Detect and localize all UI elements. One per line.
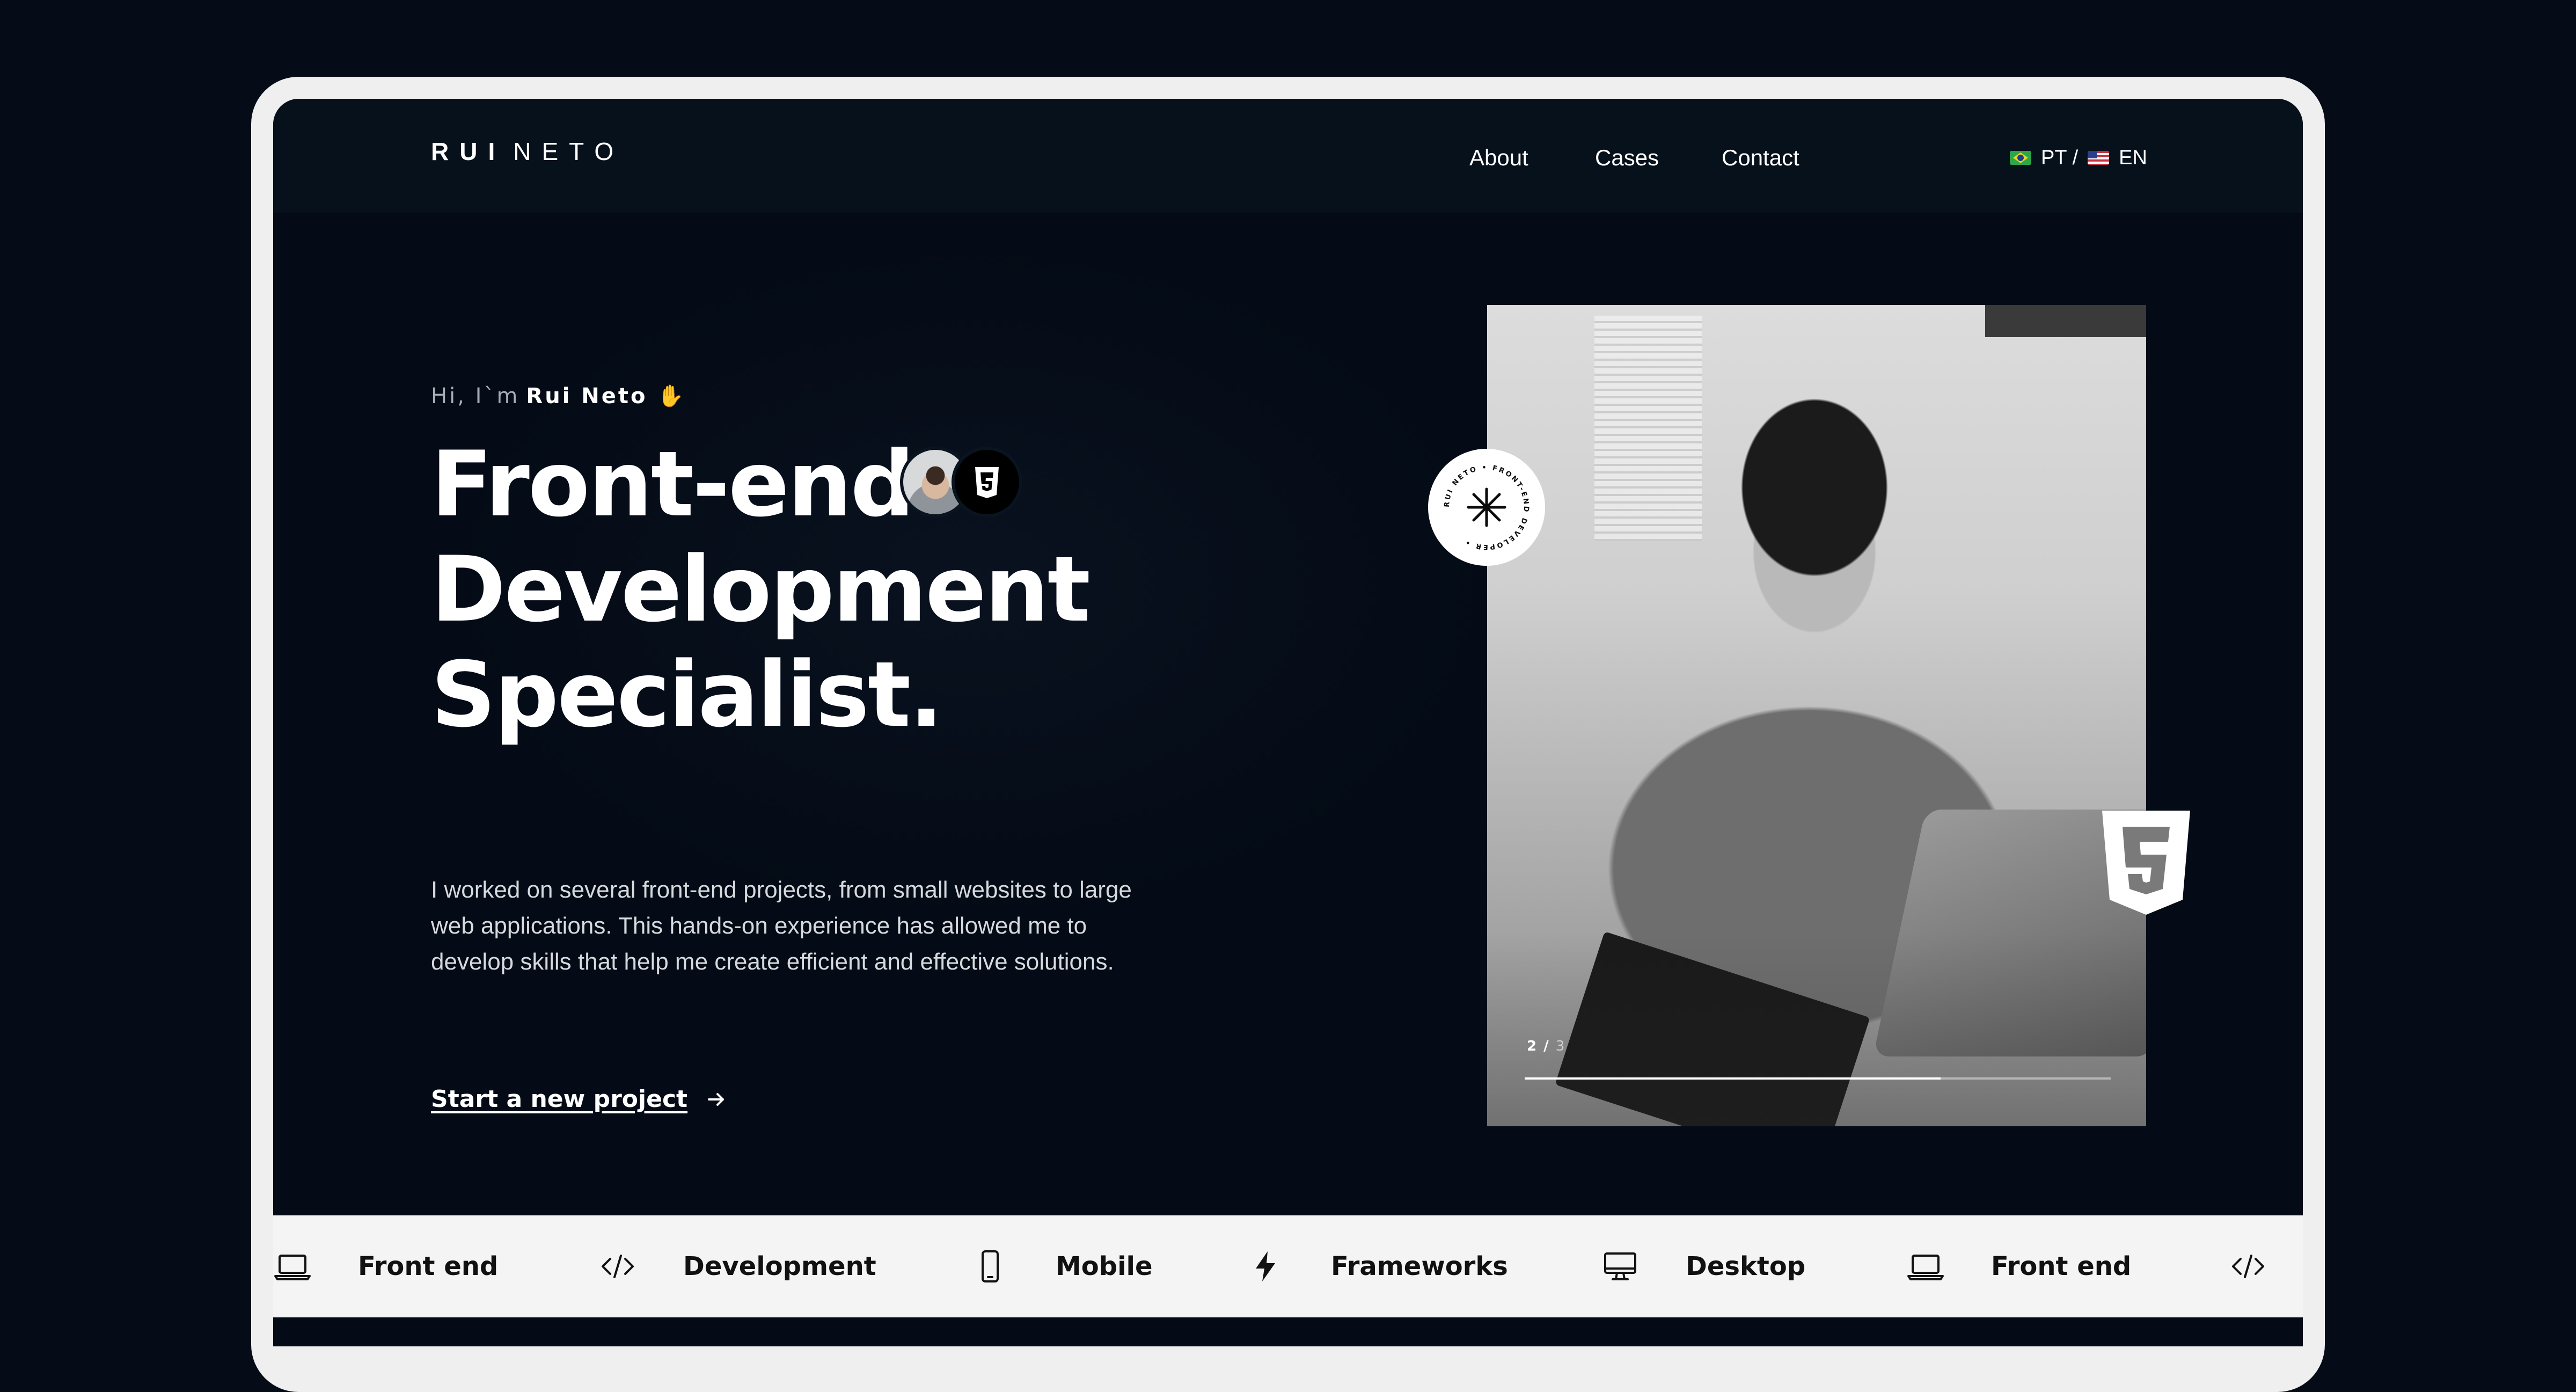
desk-shade [1487, 933, 2146, 1126]
code-icon [2232, 1255, 2264, 1278]
ticker-item-desktop: Desktop [1601, 1215, 1805, 1317]
greeting: Hi, I`m Rui Neto ✋ [431, 380, 686, 412]
lang-en[interactable]: EN [2119, 147, 2147, 170]
site-logo[interactable]: RUI NETO [431, 135, 624, 167]
skills-ticker: Front end Development Mobile Frameworks [273, 1215, 2303, 1317]
ticker-label: Frameworks [1331, 1251, 1508, 1281]
arrow-right-icon [708, 1093, 724, 1106]
asterisk-icon [1467, 487, 1506, 527]
browser-screen: RUI NETO About Cases Contact PT / EN Hi, … [273, 99, 2303, 1346]
start-project-link[interactable]: Start a new project [431, 1083, 727, 1116]
lightning-icon [1256, 1251, 1275, 1281]
ticker-label: Mobile [1056, 1251, 1153, 1281]
ticker-item-development [2229, 1215, 2267, 1317]
language-switcher: PT / EN [2010, 142, 2147, 174]
cta-label: Start a new project [431, 1085, 688, 1113]
ticker-item-front-end: Front end [1906, 1215, 2131, 1317]
nav-about[interactable]: About [1469, 142, 1528, 174]
rotating-badge: RUI NETO • FRONT-END DEVELOPER • [1428, 449, 1545, 566]
slide-separator: / [1543, 1038, 1550, 1054]
html5-icon [2102, 811, 2190, 915]
laptop-icon [274, 1255, 311, 1280]
wall-frame [1985, 305, 2146, 337]
nav-contact[interactable]: Contact [1722, 142, 1799, 174]
headline-line-3: Specialist. [431, 642, 943, 747]
hero-description: I worked on several front-end projects, … [431, 877, 1132, 975]
hero-photo: 2 / 3 [1487, 305, 2146, 1126]
ticker-label: Development [683, 1251, 876, 1281]
greeting-prefix: Hi, I`m [431, 384, 520, 409]
ticker-label: Front end [358, 1251, 499, 1281]
ticker-label: Desktop [1686, 1251, 1806, 1281]
ticker-item-mobile: Mobile [971, 1215, 1153, 1317]
site-header: RUI NETO About Cases Contact PT / EN [273, 99, 2303, 213]
lang-pt[interactable]: PT [2041, 147, 2067, 170]
us-flag-icon[interactable] [2088, 151, 2110, 165]
mobile-icon [982, 1250, 999, 1282]
nav-cases[interactable]: Cases [1595, 142, 1659, 174]
headline-line-2: Development [431, 537, 1091, 642]
avatar-group [900, 447, 1029, 522]
code-icon [602, 1255, 634, 1278]
slide-current: 2 [1527, 1038, 1538, 1054]
ticker-item-frameworks: Frameworks [1246, 1215, 1508, 1317]
ticker-item-front-end: Front end [273, 1215, 498, 1317]
logo-last: NETO [513, 137, 625, 165]
window-blinds [1594, 316, 1702, 541]
ticker-label: Front end [1991, 1251, 2132, 1281]
greeting-name: Rui Neto [526, 384, 648, 409]
slide-total: 3 [1555, 1038, 1566, 1054]
slide-progress-track[interactable] [1525, 1077, 2111, 1080]
laptop-icon [1907, 1255, 1944, 1280]
desktop-icon [1604, 1252, 1636, 1280]
css3-icon [952, 447, 1022, 518]
logo-first: RUI [431, 137, 506, 165]
ticker-item-development: Development [598, 1215, 876, 1317]
lang-separator: / [2072, 146, 2079, 169]
slide-progress-fill [1525, 1077, 1941, 1080]
waving-hand-icon: ✋ [657, 384, 686, 409]
slide-counter: 2 / 3 [1527, 1038, 1565, 1054]
brazil-flag-icon[interactable] [2010, 151, 2031, 165]
